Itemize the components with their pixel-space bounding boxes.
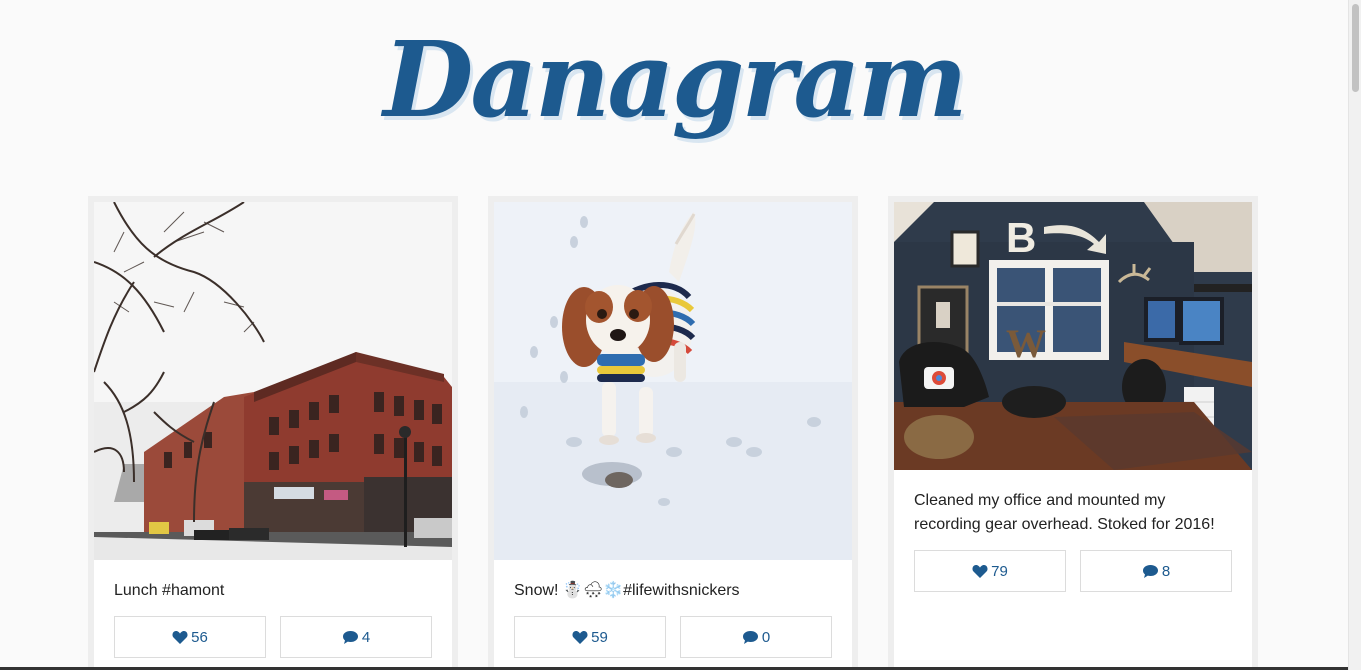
like-button[interactable]: 56 — [114, 616, 266, 658]
comment-count: 4 — [361, 628, 371, 646]
post-photo[interactable] — [494, 202, 852, 560]
like-count: 59 — [591, 628, 608, 646]
like-count: 56 — [191, 628, 208, 646]
page: Danagram Lunch #hamont 56 4 Snow! ☃️🌨❄️#… — [0, 0, 1361, 670]
heart-icon — [172, 630, 188, 644]
post-card: B W Cleaned my office and mounted my rec… — [888, 196, 1258, 670]
comment-bubble-icon — [1142, 564, 1158, 578]
svg-text:B: B — [1006, 214, 1036, 261]
comment-button[interactable]: 4 — [280, 616, 432, 658]
vertical-scrollbar[interactable] — [1348, 0, 1361, 670]
post-actions: 79 8 — [894, 550, 1252, 592]
post-actions: 56 4 — [94, 616, 452, 658]
comment-bubble-icon — [742, 630, 758, 644]
post-caption: Cleaned my office and mounted my recordi… — [914, 492, 1215, 533]
comment-count: 0 — [761, 628, 771, 646]
post-caption: Snow! ☃️🌨❄️#lifewithsnickers — [514, 582, 740, 599]
post-photo[interactable] — [94, 202, 452, 560]
post-photo[interactable]: B W — [894, 202, 1252, 470]
comment-bubble-icon — [342, 630, 358, 644]
heart-icon — [572, 630, 588, 644]
comment-button[interactable]: 0 — [680, 616, 832, 658]
post-card-inner: B W Cleaned my office and mounted my rec… — [894, 202, 1252, 670]
post-actions: 59 0 — [494, 616, 852, 658]
svg-text:W: W — [1006, 321, 1046, 366]
like-count: 79 — [991, 562, 1008, 580]
like-button[interactable]: 59 — [514, 616, 666, 658]
post-card: Lunch #hamont 56 4 — [88, 196, 458, 670]
post-caption: Lunch #hamont — [114, 582, 225, 599]
comment-button[interactable]: 8 — [1080, 550, 1232, 592]
heart-icon — [972, 564, 988, 578]
comment-count: 8 — [1161, 562, 1171, 580]
like-button[interactable]: 79 — [914, 550, 1066, 592]
post-card-inner: Lunch #hamont 56 4 — [94, 202, 452, 670]
scrollbar-thumb[interactable] — [1352, 4, 1359, 92]
post-card: Snow! ☃️🌨❄️#lifewithsnickers 59 0 — [488, 196, 858, 670]
brand-logo[interactable]: Danagram — [0, 18, 1348, 141]
post-card-inner: Snow! ☃️🌨❄️#lifewithsnickers 59 0 — [494, 202, 852, 670]
